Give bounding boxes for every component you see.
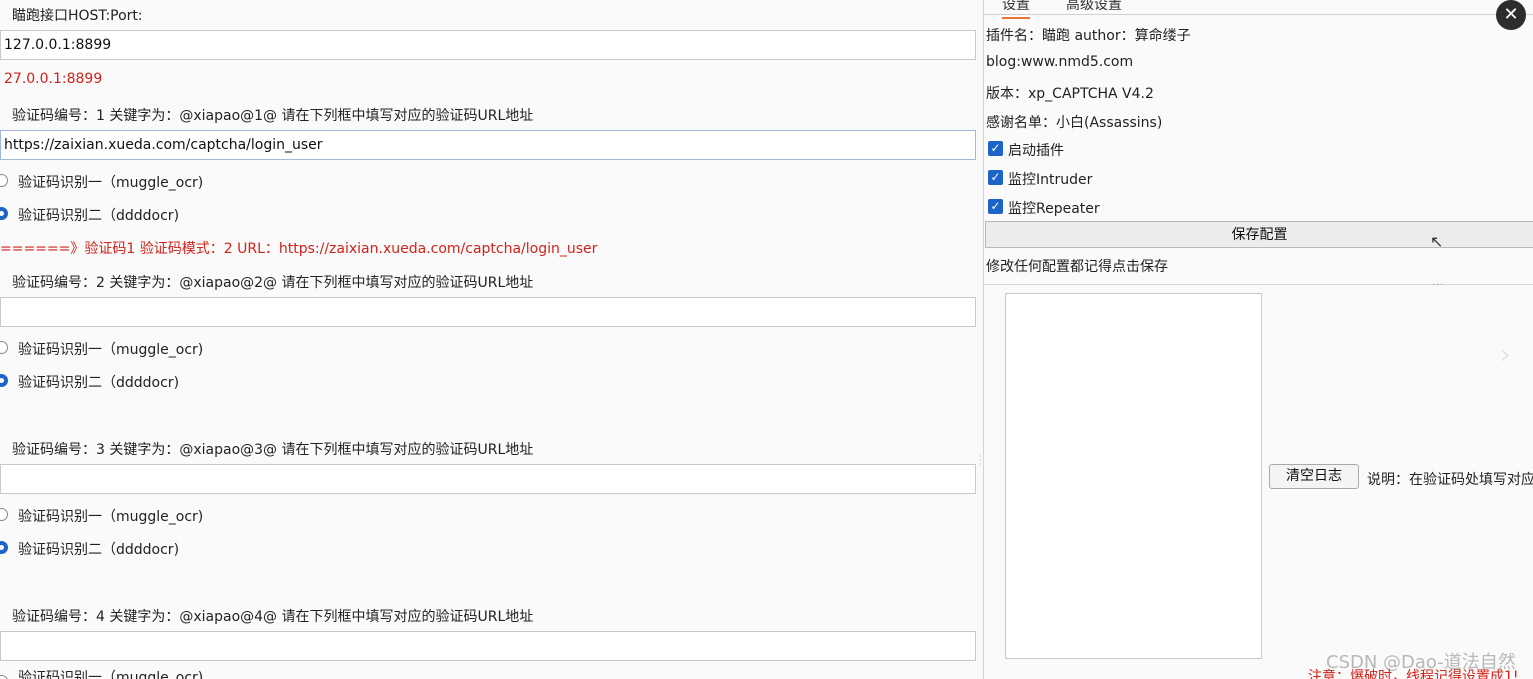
monitor-repeater-label: 监控Repeater <box>1008 201 1100 217</box>
captcha-3-option1-radio[interactable] <box>0 508 8 521</box>
tab-settings[interactable]: 设置 <box>1002 0 1030 19</box>
close-icon[interactable]: ✕ <box>1496 0 1526 30</box>
mouse-cursor-icon: ↖ <box>1430 232 1444 251</box>
splitter-dots-icon: ··· <box>1432 280 1445 291</box>
tab-advanced-settings[interactable]: 高级设置 <box>1066 0 1122 14</box>
clear-log-button[interactable]: 清空日志 <box>1269 464 1359 489</box>
captcha-4-option1-label: 验证码识别一（muggle_ocr) <box>18 670 204 679</box>
captcha-1-option2-label: 验证码识别二（ddddocr) <box>18 208 180 224</box>
monitor-repeater-checkbox[interactable]: ✓ <box>988 199 1003 214</box>
host-label: 瞄跑接口HOST:Port: <box>12 8 143 24</box>
save-config-button[interactable]: 保存配置 <box>985 221 1533 248</box>
enable-plugin-checkbox[interactable]: ✓ <box>988 141 1003 156</box>
captcha-1-option2-radio[interactable] <box>0 207 8 220</box>
save-hint: 修改任何配置都记得点击保存 <box>986 259 1168 275</box>
captcha-4-url-input[interactable] <box>0 631 976 661</box>
captcha-1-label: 验证码编号：1 关键字为：@xiapao@1@ 请在下列框中填写对应的验证码UR… <box>12 108 534 124</box>
captcha-2-option2-label: 验证码识别二（ddddocr) <box>18 375 180 391</box>
captcha-1-option1-label: 验证码识别一（muggle_ocr) <box>18 175 204 191</box>
host-echo: 27.0.0.1:8899 <box>4 71 103 87</box>
tab-divider <box>984 14 1533 15</box>
plugin-name: 插件名：瞄跑 author：算命缕子 <box>986 28 1191 44</box>
right-panel: 设置 高级设置 ✕ 插件名：瞄跑 author：算命缕子 blog:www.nm… <box>983 0 1533 679</box>
monitor-intruder-label: 监控Intruder <box>1008 172 1093 188</box>
captcha-2-option1-label: 验证码识别一（muggle_ocr) <box>18 342 204 358</box>
version: 版本：xp_CAPTCHA V4.2 <box>986 86 1154 102</box>
monitor-intruder-checkbox[interactable]: ✓ <box>988 170 1003 185</box>
captcha-4-option1-radio[interactable] <box>0 675 8 679</box>
horizontal-splitter[interactable] <box>984 284 1533 285</box>
captcha-3-option2-radio[interactable] <box>0 541 8 554</box>
note-text: 注意：爆破时，线程记得设置成1! <box>1308 669 1519 679</box>
log-area[interactable] <box>1005 293 1262 659</box>
captcha-1-url-input[interactable] <box>0 130 976 160</box>
captcha-2-label: 验证码编号：2 关键字为：@xiapao@2@ 请在下列框中填写对应的验证码UR… <box>12 275 534 291</box>
captcha-1-status: ======》验证码1 验证码模式：2 URL：https://zaixian.… <box>0 241 598 257</box>
explain-text: 说明：在验证码处填写对应 <box>1367 472 1533 488</box>
captcha-3-option2-label: 验证码识别二（ddddocr) <box>18 542 180 558</box>
chevron-right-icon: › <box>1500 340 1511 370</box>
captcha-1-option1-radio[interactable] <box>0 174 8 187</box>
captcha-2-option1-radio[interactable] <box>0 341 8 354</box>
captcha-4-label: 验证码编号：4 关键字为：@xiapao@4@ 请在下列框中填写对应的验证码UR… <box>12 609 534 625</box>
left-panel: 瞄跑接口HOST:Port: 27.0.0.1:8899 验证码编号：1 关键字… <box>0 0 981 679</box>
thanks: 感谢名单：小白(Assassins) <box>986 115 1163 131</box>
captcha-2-option2-radio[interactable] <box>0 374 8 387</box>
blog: blog:www.nmd5.com <box>986 54 1134 70</box>
captcha-3-label: 验证码编号：3 关键字为：@xiapao@3@ 请在下列框中填写对应的验证码UR… <box>12 442 534 458</box>
captcha-3-url-input[interactable] <box>0 464 976 494</box>
enable-plugin-label: 启动插件 <box>1008 143 1064 159</box>
host-input[interactable] <box>0 30 976 60</box>
captcha-2-url-input[interactable] <box>0 297 976 327</box>
captcha-3-option1-label: 验证码识别一（muggle_ocr) <box>18 509 204 525</box>
